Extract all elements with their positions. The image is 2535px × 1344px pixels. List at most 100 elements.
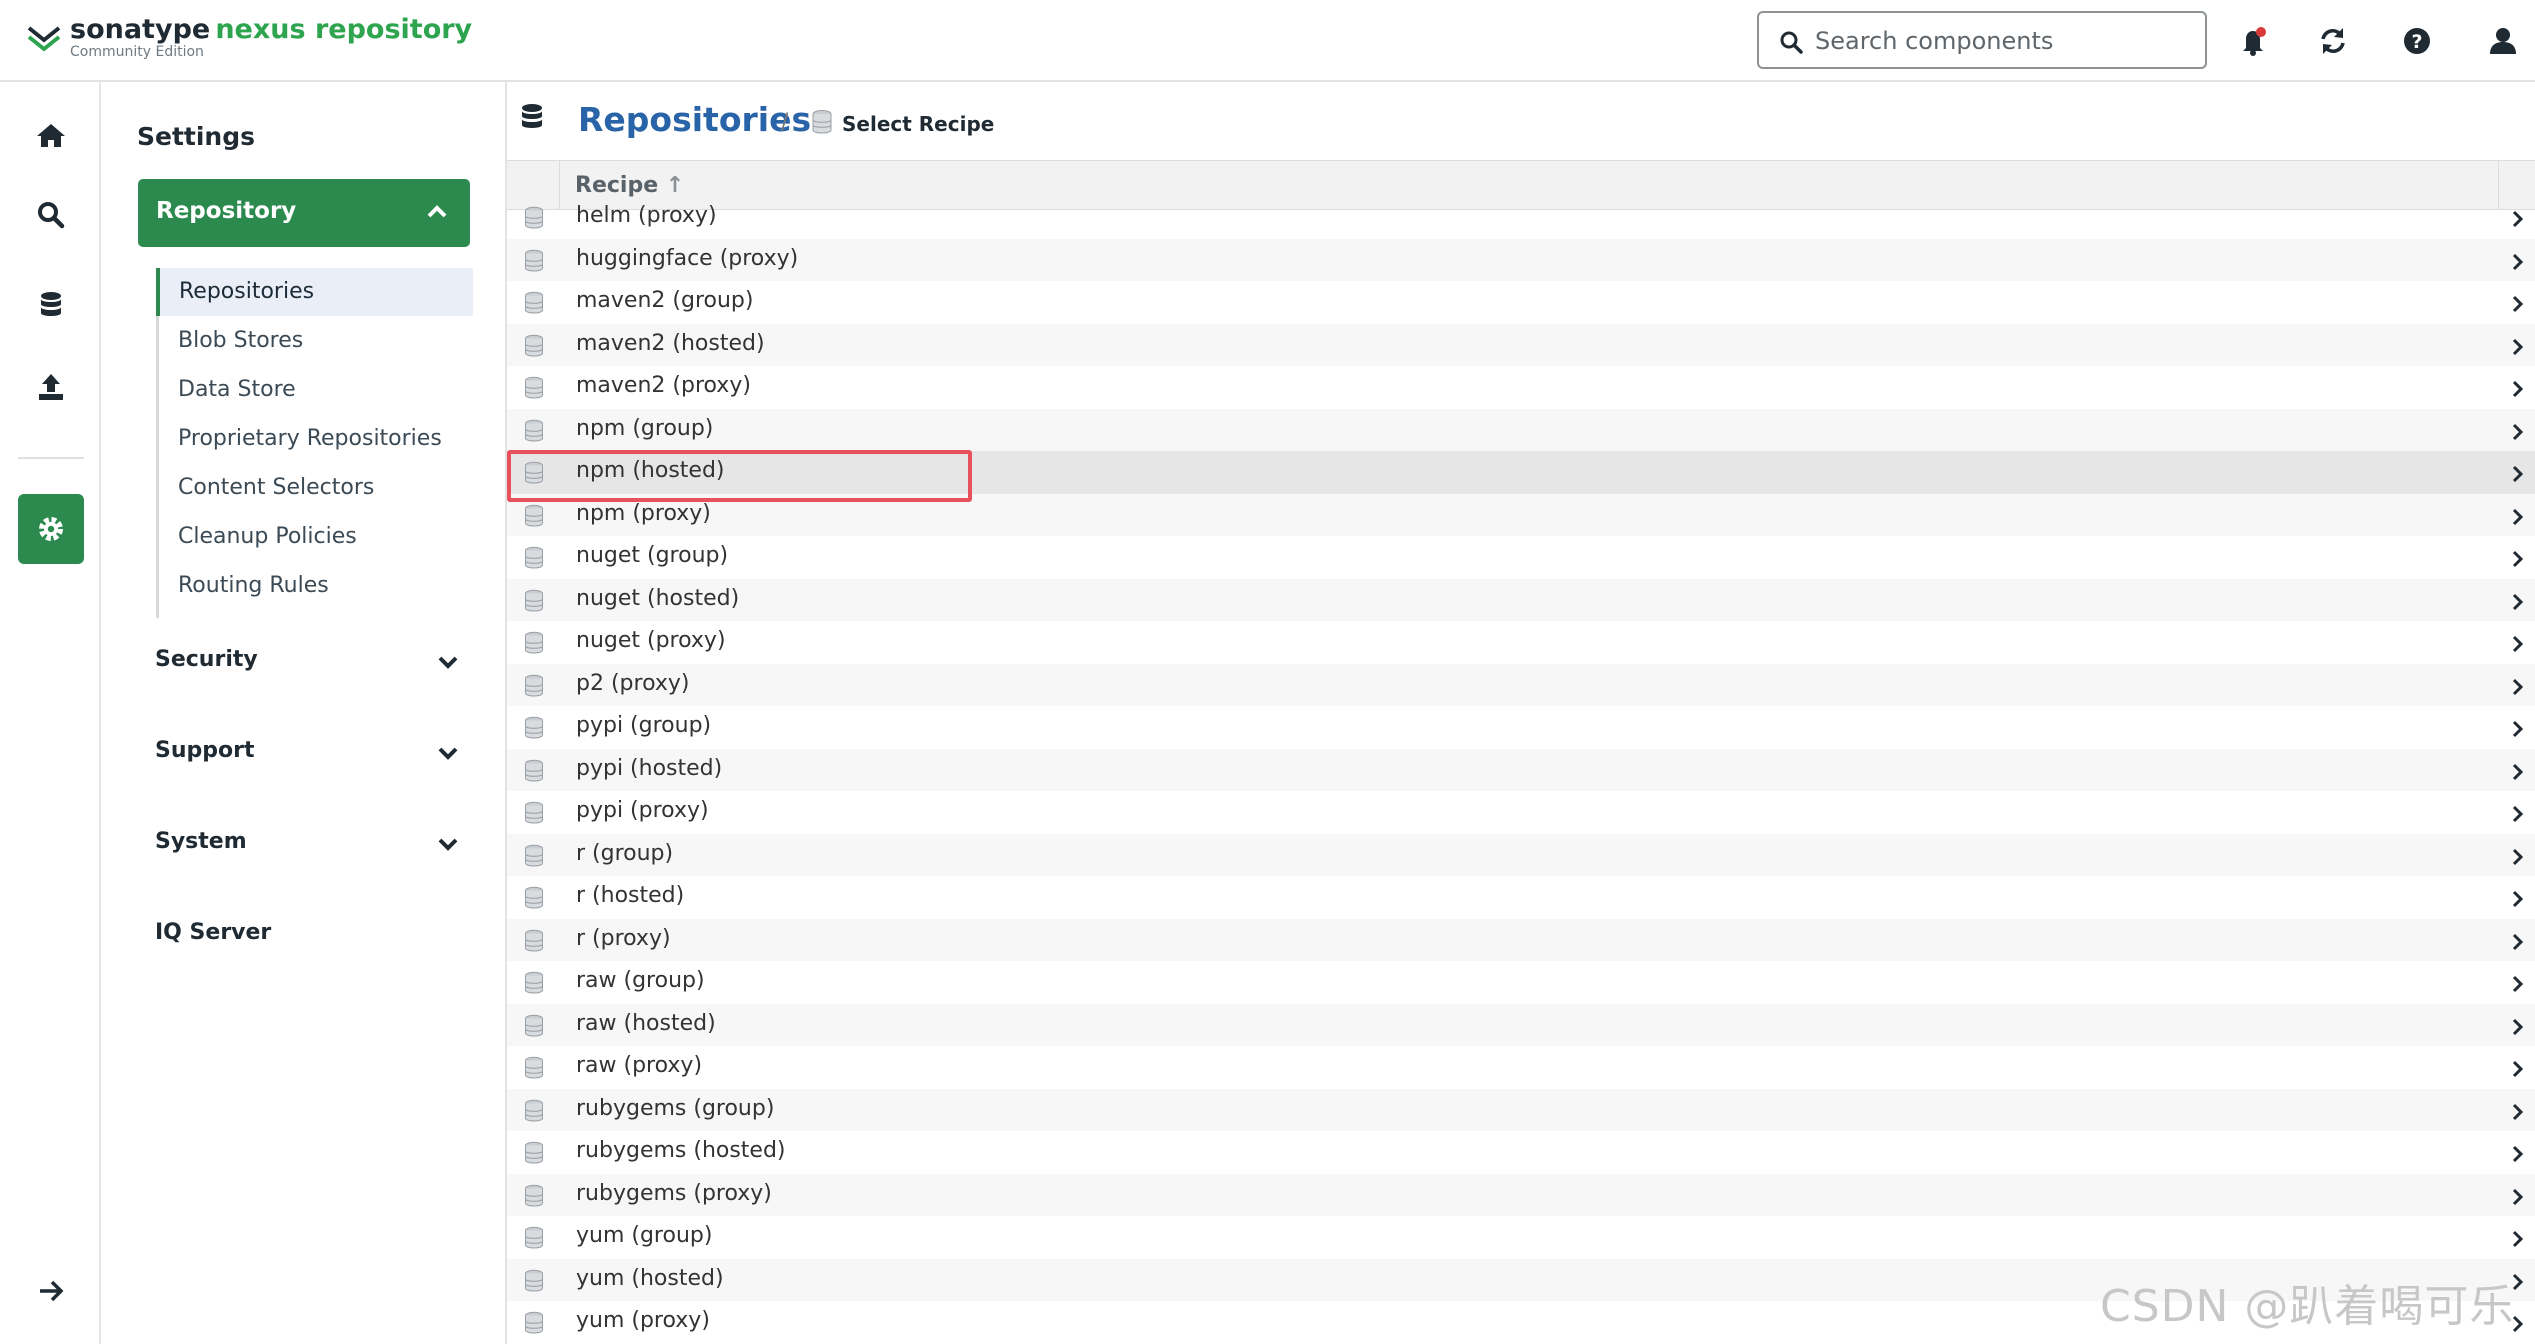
subnav-item-blob-stores[interactable]: Blob Stores — [159, 317, 473, 365]
chevron-right-icon — [2511, 338, 2525, 360]
search-box[interactable] — [1757, 11, 2207, 69]
recipe-row[interactable]: maven2 (hosted) — [507, 323, 2535, 366]
recipe-row[interactable]: huggingface (proxy) — [507, 238, 2535, 281]
recipe-label: raw (proxy) — [576, 1053, 703, 1078]
section-iq-server[interactable]: IQ Server — [155, 914, 471, 954]
nav-rail — [0, 82, 101, 1344]
recipe-row[interactable]: rubygems (group) — [507, 1088, 2535, 1131]
subnav-item-cleanup-policies[interactable]: Cleanup Policies — [159, 513, 473, 561]
recipe-column-header[interactable]: Recipe ↑ — [575, 173, 684, 198]
chevron-right-icon — [2511, 1230, 2525, 1252]
chevron-right-icon — [2511, 678, 2525, 700]
recipe-row[interactable]: pypi (hosted) — [507, 748, 2535, 791]
upload-button[interactable] — [34, 370, 68, 404]
brand-primary: sonatype — [70, 14, 211, 45]
recipe-row[interactable]: pypi (group) — [507, 706, 2535, 749]
recipe-row[interactable]: r (group) — [507, 833, 2535, 876]
recipe-label: yum (group) — [576, 1223, 713, 1248]
chevron-right-icon — [2511, 210, 2525, 232]
section-system[interactable]: System — [155, 823, 471, 863]
chevron-right-icon — [2511, 550, 2525, 572]
repository-db-icon — [523, 206, 545, 234]
database-icon — [41, 292, 61, 316]
subnav-item-content-selectors[interactable]: Content Selectors — [159, 464, 473, 512]
notifications-button[interactable] — [2237, 24, 2271, 58]
chevron-right-icon — [2511, 635, 2525, 657]
search-icon — [1780, 31, 1803, 54]
expand-sidebar-button[interactable] — [34, 1274, 68, 1308]
chevron-down-icon — [438, 838, 458, 851]
subnav-item-proprietary-repositories[interactable]: Proprietary Repositories — [159, 415, 473, 463]
repository-db-icon — [523, 249, 545, 277]
recipe-label: p2 (proxy) — [576, 670, 690, 696]
database-icon — [522, 104, 542, 128]
recipe-row[interactable]: helm (proxy) — [507, 196, 2535, 239]
recipe-row[interactable]: npm (group) — [507, 408, 2535, 451]
recipe-row[interactable]: rubygems (proxy) — [507, 1173, 2535, 1216]
recipe-row[interactable]: yum (group) — [507, 1216, 2535, 1259]
repository-db-icon — [523, 674, 545, 702]
recipe-row[interactable]: raw (hosted) — [507, 1003, 2535, 1046]
recipe-row[interactable]: npm (hosted) — [507, 451, 2535, 494]
chevron-right-icon — [2511, 1188, 2525, 1210]
section-label: System — [155, 829, 247, 854]
repository-section-header[interactable]: Repository — [138, 179, 470, 247]
repository-db-icon — [523, 504, 545, 532]
section-support[interactable]: Support — [155, 732, 471, 772]
home-button[interactable] — [34, 118, 68, 152]
recipe-row[interactable]: maven2 (group) — [507, 281, 2535, 324]
recipe-row[interactable]: pypi (proxy) — [507, 791, 2535, 834]
admin-button[interactable] — [18, 494, 84, 564]
bell-icon — [2243, 27, 2266, 56]
section-security[interactable]: Security — [155, 641, 471, 681]
recipe-row[interactable]: p2 (proxy) — [507, 663, 2535, 706]
recipe-label: npm (hosted) — [576, 458, 725, 483]
recipe-row[interactable]: maven2 (proxy) — [507, 366, 2535, 409]
help-button[interactable]: ? — [2400, 24, 2434, 58]
repository-db-icon — [523, 631, 545, 659]
refresh-button[interactable] — [2316, 24, 2350, 58]
recipe-label: maven2 (hosted) — [576, 330, 765, 356]
main-content: Repositories / Select Recipe Recipe ↑ he… — [507, 82, 2535, 1344]
repository-db-icon — [523, 716, 545, 744]
settings-title: Settings — [137, 122, 256, 151]
sort-asc-icon: ↑ — [665, 173, 685, 198]
recipe-row[interactable]: r (proxy) — [507, 918, 2535, 961]
recipe-row[interactable]: nuget (proxy) — [507, 621, 2535, 664]
recipe-row[interactable]: npm (proxy) — [507, 493, 2535, 536]
breadcrumb-current: Select Recipe — [842, 112, 995, 136]
browse-button[interactable] — [34, 288, 68, 322]
subnav-item-repositories[interactable]: Repositories — [156, 268, 473, 316]
recipe-row[interactable]: nuget (hosted) — [507, 578, 2535, 621]
chevron-right-icon — [2511, 933, 2525, 955]
recipe-label: raw (group) — [576, 968, 705, 993]
repository-db-icon — [523, 546, 545, 574]
repository-db-icon — [523, 1311, 545, 1339]
recipe-label: nuget (hosted) — [576, 585, 740, 611]
watermark: CSDN @趴着喝可乐 — [2100, 1281, 2515, 1332]
recipe-row[interactable]: raw (group) — [507, 961, 2535, 1004]
recipe-row[interactable]: r (hosted) — [507, 876, 2535, 919]
recipe-row[interactable]: raw (proxy) — [507, 1046, 2535, 1089]
recipe-label: r (proxy) — [576, 925, 671, 951]
user-button[interactable] — [2486, 24, 2520, 58]
repository-db-icon — [523, 1014, 545, 1042]
chevron-right-icon — [2511, 1060, 2525, 1082]
subnav-item-data-store[interactable]: Data Store — [159, 366, 473, 414]
brand-name: sonatype nexus repository — [70, 14, 472, 45]
breadcrumb-repositories-link[interactable]: Repositories — [578, 100, 811, 139]
repository-db-icon — [523, 291, 545, 319]
gear-icon — [39, 517, 63, 541]
recipe-row[interactable]: rubygems (hosted) — [507, 1131, 2535, 1174]
subnav-item-routing-rules[interactable]: Routing Rules — [159, 562, 473, 610]
recipe-label: maven2 (proxy) — [576, 373, 751, 398]
recipe-label: rubygems (group) — [576, 1095, 775, 1121]
repository-db-icon — [523, 376, 545, 404]
recipe-db-icon — [812, 110, 832, 134]
repository-db-icon — [523, 844, 545, 872]
chevron-right-icon — [2511, 423, 2525, 445]
recipe-row[interactable]: nuget (group) — [507, 536, 2535, 579]
repository-subnav: Repositories Blob Stores Data Store Prop… — [156, 268, 473, 618]
search-input[interactable] — [1813, 21, 2197, 61]
search-nav-button[interactable] — [34, 198, 68, 232]
